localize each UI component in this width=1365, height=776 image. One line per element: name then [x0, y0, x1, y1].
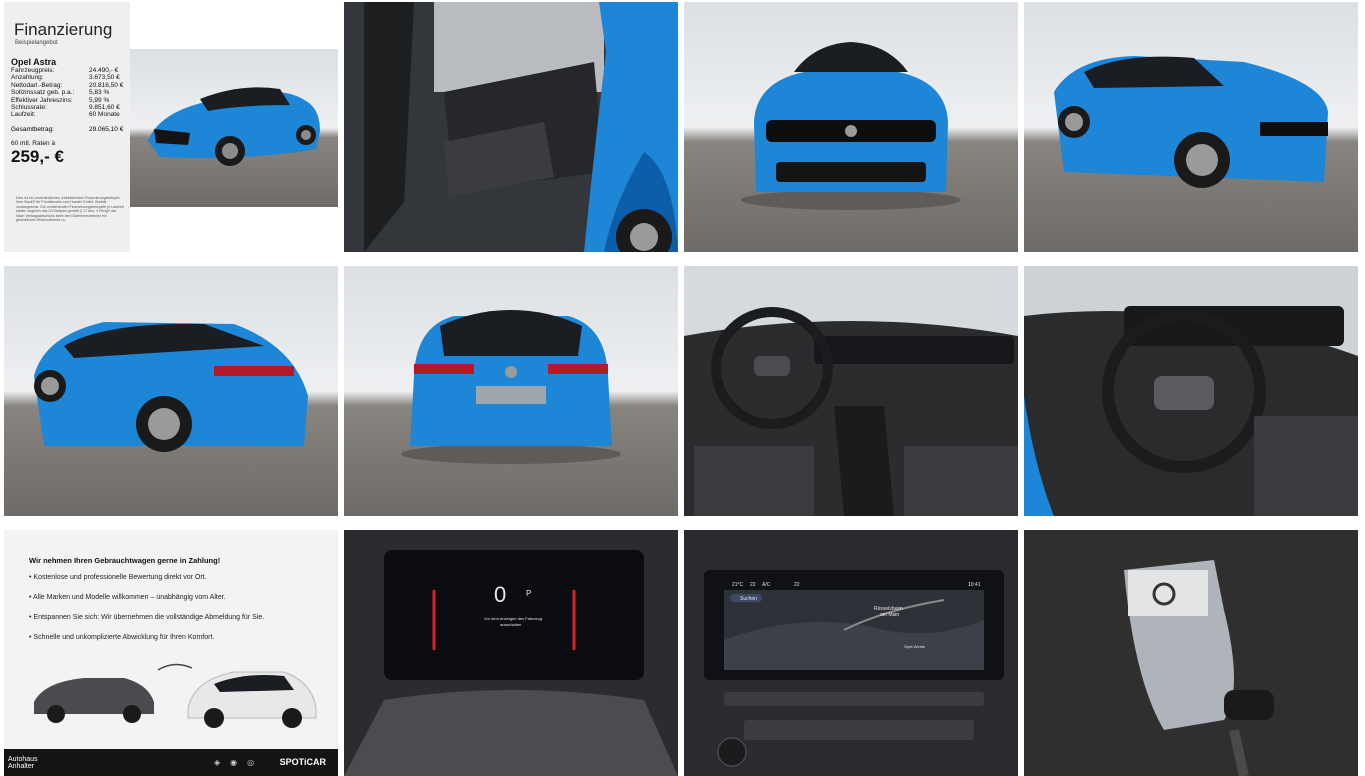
finance-row: Anzahlung: 3.673,50 € [11, 74, 120, 82]
car-photo-rear[interactable] [344, 266, 678, 516]
finance-title: Finanzierung [14, 20, 113, 39]
infotainment-temp-right: 22 [794, 582, 800, 588]
trade-in-item: Entspannen Sie sich: Wir übernehmen die … [29, 614, 264, 621]
car-photo-front-side [130, 49, 338, 207]
trade-in-item: Schnelle und unkomplizierte Abwicklung f… [29, 634, 214, 641]
brand-logos: ◈◉◎ [214, 758, 265, 767]
infotainment-temp: 21°C [732, 582, 744, 588]
trade-in-title: Wir nehmen Ihren Gebrauchtwagen gerne in… [29, 556, 221, 565]
finance-rate-label: 60 mtl. Raten à [11, 140, 56, 147]
trade-in-card[interactable]: Wir nehmen Ihren Gebrauchtwagen gerne in… [4, 530, 338, 776]
finance-row: Effektiver Jahreszins: 5,99 % [11, 96, 110, 104]
trade-in-item: Kostenlose und professionelle Bewertung … [29, 574, 206, 581]
finance-total: Gesamtbetrag: 29.065,10 € [11, 126, 124, 133]
search-button: Suchen [740, 596, 757, 602]
finance-disclaimer: Dies ist ein unverbindliches, freibleibe… [16, 196, 124, 223]
map-city-sub: am Main [880, 612, 899, 618]
car-photo-front-three-quarter[interactable] [1024, 2, 1358, 252]
finance-subtitle: Beispielangebot [15, 40, 58, 46]
trade-in-cars-illustration [34, 663, 317, 728]
dealer-footer: Autohaus Anhalter ◈◉◎ SPOTiCAR [4, 749, 338, 776]
finance-rate: 259,- € [11, 147, 64, 166]
infotainment-photo[interactable]: 21°C 22 A/C 22 10:41 Suchen Rüsselsheim … [684, 530, 1018, 776]
finance-row: Sollzinssatz geb. p.a.: 5,83 % [11, 89, 110, 97]
trade-in-item: Alle Marken und Modelle willkommen – una… [29, 594, 226, 601]
cluster-gear: P [526, 589, 531, 598]
steering-wheel-photo[interactable] [1024, 266, 1358, 516]
infotainment-ac: A/C [762, 582, 771, 588]
spoticar-logo: SPOTiCAR [279, 757, 326, 767]
finance-offer-tile[interactable]: Finanzierung Beispielangebot Opel Astra … [4, 2, 338, 252]
finance-row: Schlussrate: 9.851,60 € [11, 104, 120, 112]
finance-rows: Fahrzeugpreis: 24.490,- € Anzahlung: 3.673… [11, 67, 125, 119]
finance-row: Nettodarl.-Betrag: 20.816,50 € [11, 81, 124, 89]
car-photo-front[interactable] [684, 2, 1018, 252]
cluster-speed: 0 [494, 582, 506, 607]
finance-row: Laufzeit: 60 Monate [11, 111, 120, 119]
instrument-cluster-photo[interactable]: 0 P Vor dem Anzeigen des Fahrzeug aussch… [344, 530, 678, 776]
cluster-message-2: ausschalten [500, 622, 521, 627]
cockpit-photo[interactable] [684, 266, 1018, 516]
cluster-message-1: Vor dem Anzeigen des Fahrzeug [484, 616, 542, 621]
infotainment-fan: 22 [750, 582, 756, 588]
gear-lever-photo[interactable] [1024, 530, 1358, 776]
dealer-name: Autohaus Anhalter [8, 756, 38, 770]
map-place: Opel-Werke [904, 644, 926, 649]
finance-model: Opel Astra [11, 57, 57, 67]
finance-card: Finanzierung Beispielangebot Opel Astra … [4, 2, 130, 252]
infotainment-time: 10:41 [968, 582, 981, 588]
finance-row: Fahrzeugpreis: 24.490,- € [11, 67, 119, 74]
car-photo-rear-three-quarter[interactable] [4, 266, 338, 516]
rear-seat-photo[interactable] [344, 2, 678, 252]
